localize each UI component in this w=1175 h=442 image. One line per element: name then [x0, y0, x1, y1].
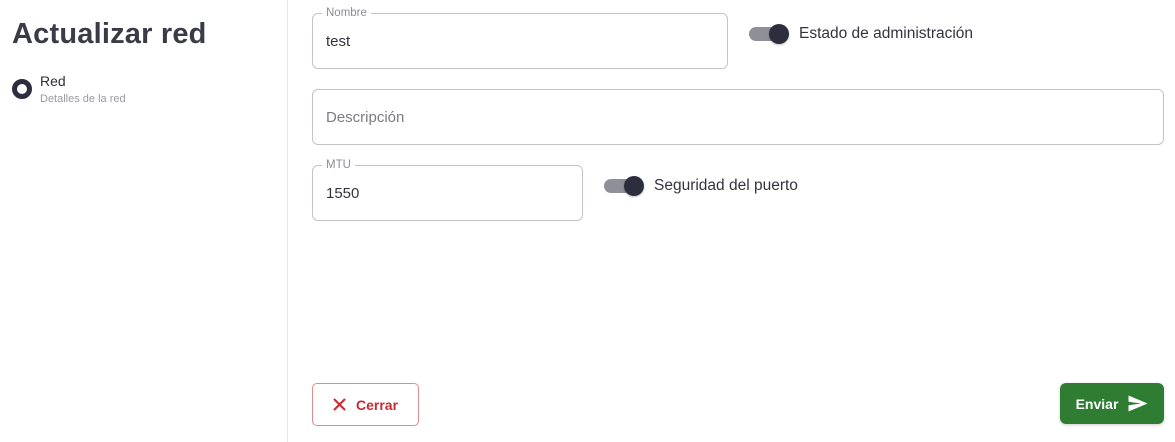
step-sublabel: Detalles de la red [40, 93, 126, 105]
close-icon [333, 398, 346, 411]
step-text: Red Detalles de la red [40, 73, 126, 107]
switch-thumb [624, 176, 644, 196]
port-security-label: Seguridad del puerto [654, 177, 798, 194]
step-label: Red [40, 73, 66, 89]
description-placeholder[interactable]: Descripción [326, 90, 404, 144]
admin-state-toggle[interactable]: Estado de administración [749, 24, 974, 44]
sidebar: Actualizar red Red Detalles de la red [0, 0, 288, 442]
description-field[interactable]: Descripción [312, 89, 1164, 145]
close-button[interactable]: Cerrar [312, 383, 419, 426]
step-active-indicator-icon [12, 79, 32, 99]
name-field[interactable]: Nombre test [312, 6, 728, 69]
port-security-switch[interactable] [604, 176, 644, 196]
admin-state-switch[interactable] [749, 24, 789, 44]
close-button-label: Cerrar [355, 396, 399, 413]
submit-button-label: Enviar [1075, 395, 1119, 412]
mtu-field[interactable]: MTU 1550 [312, 158, 583, 221]
admin-state-label: Estado de administración [799, 25, 974, 42]
stepper-item-red[interactable]: Red Detalles de la red [12, 73, 126, 107]
mtu-field-value[interactable]: 1550 [326, 166, 359, 220]
page-title: Actualizar red [12, 18, 207, 50]
port-security-toggle[interactable]: Seguridad del puerto [604, 176, 798, 196]
send-icon [1128, 395, 1148, 412]
submit-button[interactable]: Enviar [1060, 383, 1164, 424]
switch-thumb [769, 24, 789, 44]
name-field-value[interactable]: test [326, 14, 350, 68]
